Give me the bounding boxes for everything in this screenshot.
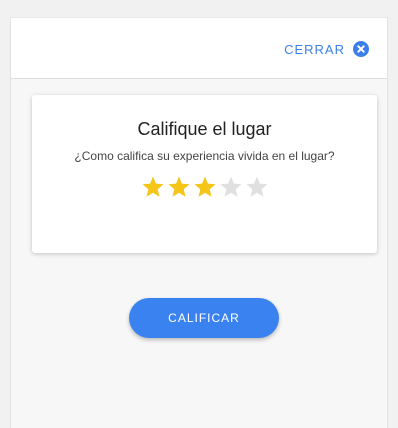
star-rating[interactable] xyxy=(32,175,377,199)
close-label: CERRAR xyxy=(284,41,345,57)
star-icon[interactable] xyxy=(167,175,191,199)
close-circle-icon xyxy=(353,41,369,57)
rating-dialog: CERRAR Califique el lugar ¿Como califica… xyxy=(10,17,388,428)
star-icon[interactable] xyxy=(193,175,217,199)
rating-card: Califique el lugar ¿Como califica su exp… xyxy=(32,95,377,253)
star-icon[interactable] xyxy=(219,175,243,199)
rating-question: ¿Como califica su experiencia vivida en … xyxy=(74,149,335,163)
card-title: Califique el lugar xyxy=(137,119,272,139)
star-icon[interactable] xyxy=(245,175,269,199)
dialog-content: Califique el lugar ¿Como califica su exp… xyxy=(11,79,387,428)
close-button[interactable]: CERRAR xyxy=(284,40,369,58)
rate-button[interactable]: CALIFICAR xyxy=(129,298,279,338)
star-icon[interactable] xyxy=(141,175,165,199)
dialog-header: CERRAR xyxy=(11,17,387,79)
